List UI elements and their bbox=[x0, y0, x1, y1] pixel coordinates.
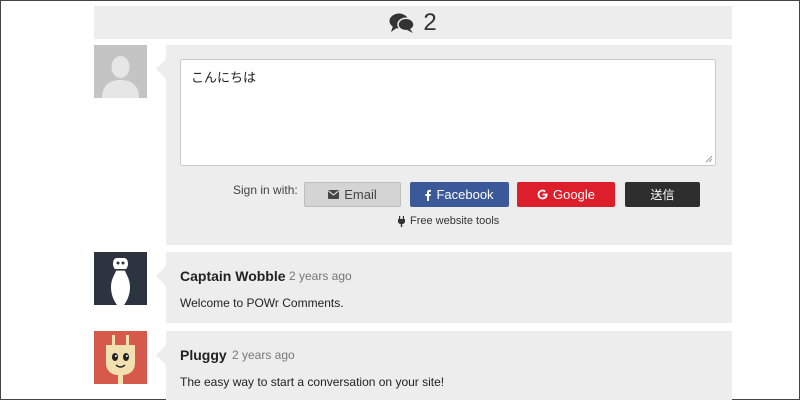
comments-icon bbox=[389, 13, 416, 33]
comment-timestamp: 2 years ago bbox=[232, 348, 295, 362]
comment-avatar-captain-wobble bbox=[94, 252, 147, 305]
signin-label: Sign in with: bbox=[233, 183, 298, 197]
comment-text: The easy way to start a conversation on … bbox=[180, 375, 445, 389]
comment-author[interactable]: Captain Wobble bbox=[180, 268, 286, 284]
guest-avatar bbox=[94, 45, 147, 98]
comment-card: Captain Wobble 2 years ago Welcome to PO… bbox=[156, 252, 732, 323]
comment-avatar-pluggy bbox=[94, 331, 147, 384]
comment-textarea[interactable]: こんにちは bbox=[180, 59, 716, 166]
resize-grip-icon[interactable] bbox=[705, 155, 713, 163]
comment-card: Pluggy 2 years ago The easy way to start… bbox=[156, 331, 732, 400]
bowling-pin-avatar-icon bbox=[94, 252, 147, 305]
send-button[interactable]: 送信 bbox=[625, 182, 700, 207]
composer-panel: こんにちは Sign in with: Email Facebook Googl… bbox=[156, 45, 732, 245]
facebook-signin-button[interactable]: Facebook bbox=[410, 182, 509, 207]
free-website-tools-link[interactable]: Free website tools bbox=[398, 215, 499, 227]
plug-avatar-icon bbox=[94, 331, 147, 384]
google-button-label: Google bbox=[553, 187, 595, 202]
comment-author[interactable]: Pluggy bbox=[180, 347, 227, 363]
comment-textarea-text: こんにちは bbox=[191, 71, 257, 86]
google-signin-button[interactable]: Google bbox=[517, 182, 615, 207]
comment-count-bar: 2 bbox=[94, 6, 732, 39]
envelope-icon bbox=[328, 190, 340, 199]
facebook-icon bbox=[425, 189, 432, 201]
facebook-button-label: Facebook bbox=[436, 187, 494, 202]
email-button-label: Email bbox=[344, 187, 377, 202]
free-website-tools-label: Free website tools bbox=[410, 215, 500, 227]
user-silhouette-icon bbox=[94, 45, 147, 98]
google-icon bbox=[537, 189, 548, 200]
comment-timestamp: 2 years ago bbox=[289, 269, 352, 283]
comment-count: 2 bbox=[423, 8, 437, 36]
comment-text: Welcome to POWr Comments. bbox=[180, 296, 344, 310]
plug-icon bbox=[398, 215, 405, 227]
email-signin-button[interactable]: Email bbox=[304, 182, 401, 207]
send-button-label: 送信 bbox=[650, 188, 675, 202]
